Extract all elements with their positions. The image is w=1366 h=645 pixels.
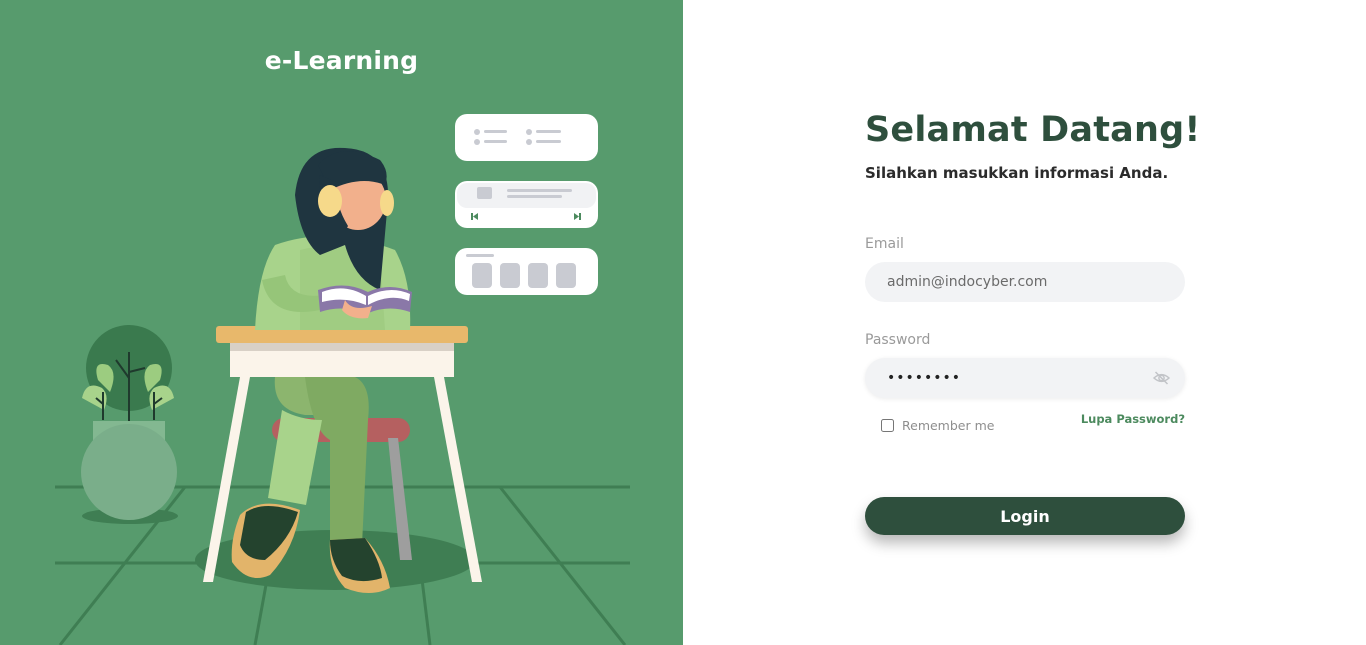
form-options-row: Remember me Lupa Password? <box>865 412 1185 433</box>
email-label: Email <box>865 236 904 252</box>
login-page: e-Learning Selamat Datang! Silahkan masu… <box>0 0 1366 645</box>
list-card-illustration <box>455 114 598 161</box>
remember-me-checkbox[interactable] <box>881 419 894 432</box>
login-panel: Selamat Datang! Silahkan masukkan inform… <box>683 0 1366 645</box>
plant-illustration <box>81 325 177 520</box>
page-subtitle: Silahkan masukkan informasi Anda. <box>865 164 1169 182</box>
media-card-illustration <box>455 181 598 228</box>
password-field-wrapper <box>865 358 1185 398</box>
password-field[interactable] <box>865 358 1185 398</box>
eye-slash-icon[interactable] <box>1152 369 1171 387</box>
page-title: Selamat Datang! <box>865 110 1201 150</box>
remember-me-option[interactable]: Remember me <box>881 418 994 433</box>
login-button[interactable]: Login <box>865 497 1185 535</box>
remember-me-label: Remember me <box>902 418 995 433</box>
grid-card-illustration <box>455 248 598 295</box>
login-form: Selamat Datang! Silahkan masukkan inform… <box>865 110 1201 535</box>
forgot-password-link[interactable]: Lupa Password? <box>1081 412 1185 426</box>
illustration-panel: e-Learning <box>0 0 683 645</box>
email-field[interactable] <box>865 262 1185 302</box>
student-studying-illustration <box>55 114 630 645</box>
password-label: Password <box>865 332 931 348</box>
email-field-wrapper <box>865 262 1185 302</box>
